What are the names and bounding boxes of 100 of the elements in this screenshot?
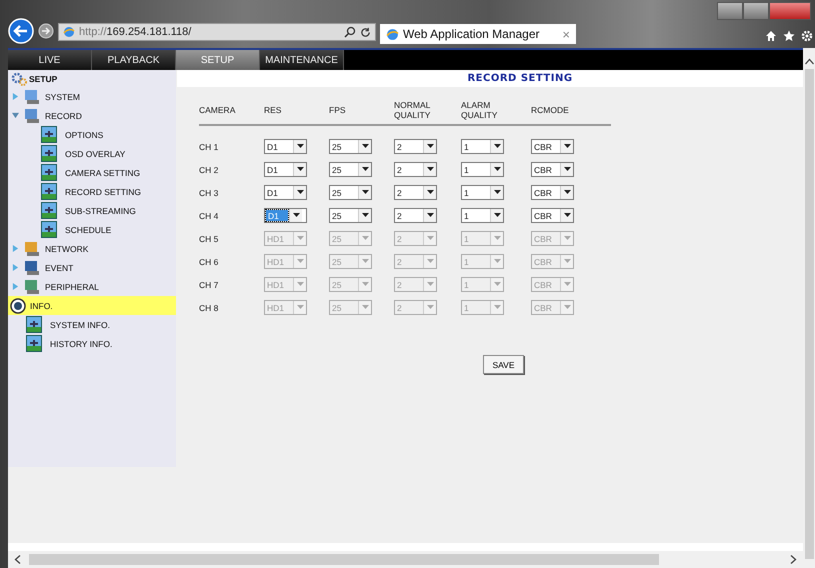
column-header: RES — [264, 106, 282, 116]
nav-tab[interactable]: MAINTENANCE — [260, 50, 344, 70]
dropdown-arrow-icon[interactable] — [426, 144, 434, 149]
url-text: http://169.254.181.118/ — [79, 26, 192, 38]
dropdown-arrow-icon[interactable] — [564, 190, 570, 195]
picture-icon — [41, 221, 57, 238]
dropdown[interactable]: CBR — [531, 208, 574, 223]
sidebar-item[interactable]: INFO. — [8, 296, 176, 315]
dropdown[interactable]: 1 — [461, 208, 504, 223]
column-header: NORMAL QUALITY — [394, 101, 432, 121]
sidebar-item[interactable]: PERIPHERAL — [8, 277, 176, 296]
globe-icon — [386, 28, 399, 40]
sidebar-title: SETUP — [29, 74, 58, 84]
scrollbar-thumb[interactable] — [804, 69, 814, 559]
dropdown-arrow-icon[interactable] — [292, 213, 300, 218]
dropdown[interactable]: CBR — [531, 185, 574, 200]
dropdown[interactable]: 1 — [461, 185, 504, 200]
dropdown-arrow-icon[interactable] — [296, 144, 304, 149]
sidebar-item[interactable]: EVENT — [8, 258, 176, 277]
nav-tab[interactable]: LIVE — [8, 50, 92, 70]
dropdown-arrow-icon[interactable] — [362, 144, 368, 149]
dropdown-arrow-icon[interactable] — [362, 167, 368, 172]
window-controls[interactable] — [717, 2, 811, 20]
picture-icon — [26, 335, 42, 352]
dropdown[interactable]: 1 — [461, 162, 504, 177]
back-icon[interactable] — [8, 18, 34, 44]
dropdown[interactable]: 25 — [329, 162, 372, 177]
sidebar-item[interactable]: SYSTEM — [8, 87, 176, 106]
scrollbar-thumb[interactable] — [29, 554, 659, 565]
picture-icon — [41, 126, 57, 143]
sidebar-item[interactable]: RECORD — [8, 106, 176, 125]
sidebar-item[interactable]: NETWORK — [8, 239, 176, 258]
star-icon[interactable] — [783, 30, 795, 42]
sidebar-subitem[interactable]: OPTIONS — [8, 125, 176, 144]
dropdown-arrow-icon[interactable] — [564, 144, 570, 149]
picture-icon — [41, 183, 57, 200]
close-tab-button[interactable]: × — [562, 26, 570, 42]
camera-label: CH 2 — [199, 164, 218, 174]
dropdown-arrow-icon[interactable] — [494, 167, 500, 172]
collapse-arrow-icon[interactable] — [12, 112, 19, 119]
column-header: FPS — [329, 106, 347, 116]
dropdown-arrow-icon[interactable] — [494, 144, 500, 149]
dropdown-arrow-icon[interactable] — [426, 167, 434, 172]
column-header: CAMERA — [199, 106, 236, 116]
save-button[interactable]: SAVE — [483, 355, 524, 374]
scroll-left-icon[interactable] — [14, 555, 21, 564]
globe-icon — [63, 26, 75, 38]
sidebar-subitem[interactable]: OSD OVERLAY — [8, 144, 176, 163]
home-icon[interactable] — [765, 30, 777, 42]
dropdown[interactable]: 2 — [394, 185, 437, 200]
dropdown-arrow-icon[interactable] — [296, 167, 304, 172]
picture-icon — [41, 202, 57, 219]
settings-icon[interactable] — [801, 30, 813, 42]
sidebar-subitem[interactable]: SYSTEM INFO. — [8, 315, 176, 334]
dropdown[interactable]: D1 — [264, 139, 307, 154]
camera-label: CH 4 — [199, 210, 218, 220]
nav-tab[interactable]: PLAYBACK — [92, 50, 176, 70]
sidebar-subitem[interactable]: SUB-STREAMING — [8, 201, 176, 220]
dropdown[interactable]: D1 — [264, 162, 307, 177]
refresh-icon[interactable] — [360, 26, 371, 38]
forward-icon[interactable] — [38, 23, 54, 39]
dropdown[interactable]: CBR — [531, 139, 574, 154]
dropdown[interactable]: CBR — [531, 162, 574, 177]
eye-icon — [10, 298, 26, 314]
scroll-right-icon[interactable] — [790, 555, 797, 564]
dropdown[interactable]: D1 — [264, 185, 307, 200]
picture-icon — [26, 316, 42, 333]
sidebar-subitem[interactable]: CAMERA SETTING — [8, 163, 176, 182]
dropdown-arrow-icon[interactable] — [362, 213, 368, 218]
gears-icon — [11, 72, 27, 86]
dropdown-arrow-icon[interactable] — [494, 190, 500, 195]
dropdown-arrow-icon[interactable] — [494, 213, 500, 218]
dropdown-arrow-icon[interactable] — [362, 190, 368, 195]
dropdown-arrow-icon[interactable] — [426, 213, 434, 218]
nav-tab[interactable]: SETUP — [176, 50, 260, 70]
sidebar-subitem[interactable]: HISTORY INFO. — [8, 334, 176, 353]
picture-icon — [41, 164, 57, 181]
dropdown-arrow-icon[interactable] — [564, 167, 570, 172]
camera-label: CH 1 — [199, 142, 218, 152]
camera-label: CH 7 — [199, 280, 218, 290]
browser-tab[interactable]: Web Application Manager × — [380, 24, 576, 44]
dropdown[interactable]: 2 — [394, 162, 437, 177]
sidebar-subitem[interactable]: RECORD SETTING — [8, 182, 176, 201]
dropdown[interactable]: 25 — [329, 139, 372, 154]
search-icon[interactable] — [344, 26, 356, 38]
camera-label: CH 3 — [199, 188, 218, 198]
dropdown-arrow-icon[interactable] — [296, 190, 304, 195]
camera-label: CH 8 — [199, 302, 218, 312]
address-bar[interactable]: http://169.254.181.118/ — [58, 23, 376, 41]
dropdown-arrow-icon[interactable] — [426, 190, 434, 195]
dropdown[interactable]: 1 — [461, 139, 504, 154]
dropdown[interactable]: 2 — [394, 208, 437, 223]
dropdown[interactable]: 25 — [329, 208, 372, 223]
dropdown[interactable]: 2 — [394, 139, 437, 154]
dropdown[interactable]: 25 — [329, 185, 372, 200]
dropdown-arrow-icon[interactable] — [564, 213, 570, 218]
scroll-up-icon[interactable] — [804, 58, 814, 65]
sidebar-subitem[interactable]: SCHEDULE — [8, 220, 176, 239]
column-header: ALARM QUALITY — [461, 101, 498, 121]
picture-icon — [41, 145, 57, 162]
